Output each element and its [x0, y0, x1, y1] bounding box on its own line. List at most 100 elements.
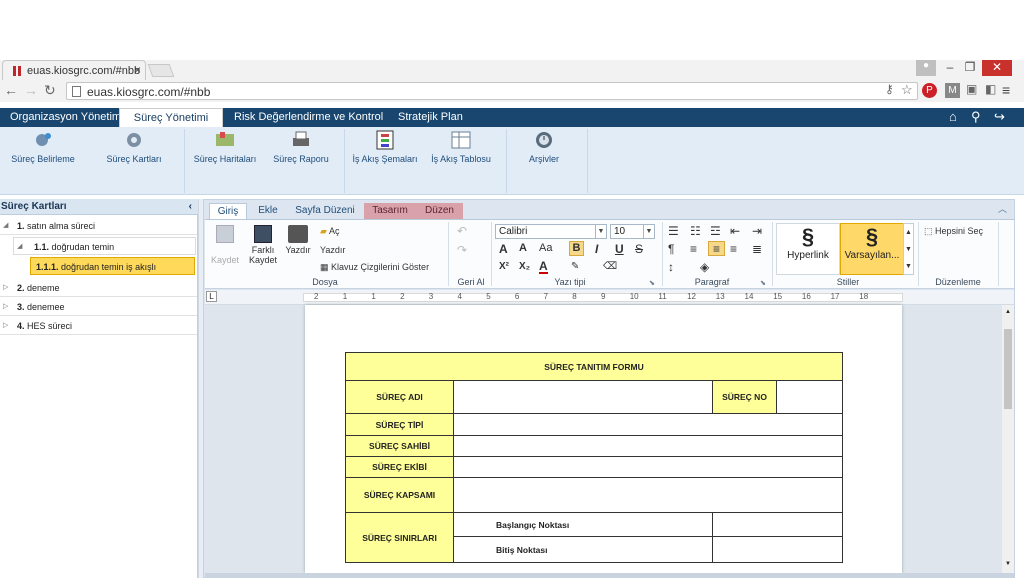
restore-icon[interactable]: ❐ — [960, 60, 980, 76]
align-right-icon[interactable]: ≡ — [730, 242, 737, 256]
style-varsayilan[interactable]: § Varsayılan... — [840, 223, 904, 275]
label-surec-adi[interactable]: SÜREÇ ADI — [345, 380, 454, 414]
nav-surec-yonetimi[interactable]: Süreç Yönetimi — [119, 108, 223, 127]
font-size-select[interactable]: 10 ▼ — [610, 224, 655, 239]
ribbon-tab-ekle[interactable]: Ekle — [251, 203, 285, 219]
tool-surec-belirleme[interactable]: Süreç Belirleme — [3, 130, 83, 164]
pilcrow-icon[interactable]: ¶ — [668, 242, 674, 256]
clear-format-icon[interactable]: ⌫ — [603, 261, 617, 272]
reload-icon[interactable]: ↻ — [44, 82, 56, 99]
style-hyperlink[interactable]: § Hyperlink — [776, 223, 840, 275]
collapse-left-icon[interactable]: ‹ — [189, 199, 192, 215]
user-profile-icon[interactable]: ● — [916, 60, 936, 76]
shading-icon[interactable]: ◈ — [700, 260, 709, 274]
extension2-icon[interactable]: ◧ — [985, 82, 996, 96]
ac-button[interactable]: ▰ Aç — [320, 226, 339, 237]
vertical-scrollbar[interactable]: ▲ ▼ — [1002, 305, 1014, 573]
bullet-list-icon[interactable]: ☰ — [668, 224, 679, 238]
close-window-icon[interactable]: ✕ — [982, 60, 1012, 76]
tree-item[interactable]: ◢ 1.1. doğrudan temin — [13, 237, 196, 255]
value-bitis[interactable] — [712, 536, 843, 563]
value-surec-kapsami[interactable] — [453, 477, 843, 513]
kilavuz-button[interactable]: ▦ Klavuz Çizgilerini Göster — [320, 262, 429, 273]
tree-collapsed-icon[interactable]: ▷ — [3, 298, 8, 316]
forward-icon[interactable]: → — [24, 82, 38, 98]
tree-item[interactable]: ▷ 2. deneme — [0, 279, 197, 297]
yazdir-small-button[interactable]: Yazdır — [320, 245, 345, 255]
label-bitis[interactable]: Bitiş Noktası — [453, 536, 713, 563]
shrink-font-icon[interactable]: A — [519, 242, 527, 254]
numbered-list-icon[interactable]: ☷ — [690, 224, 701, 238]
label-surec-ekibi[interactable]: SÜREÇ EKİBİ — [345, 456, 454, 478]
nav-stratejik-plan[interactable]: Stratejik Plan — [390, 108, 471, 127]
subscript-icon[interactable]: X₂ — [519, 261, 530, 272]
tree-collapsed-icon[interactable]: ▷ — [3, 279, 8, 297]
key-icon[interactable]: ⚷ — [885, 82, 894, 96]
label-surec-kapsami[interactable]: SÜREÇ KAPSAMI — [345, 477, 454, 513]
label-surec-sinirlari[interactable]: SÜREÇ SINIRLARI — [345, 512, 454, 563]
redo-icon[interactable]: ↷ — [457, 243, 467, 257]
tree-item-selected[interactable]: 1.1.1. doğrudan temin iş akışlı — [30, 257, 195, 275]
align-left-icon[interactable]: ≡ — [690, 242, 697, 256]
tree-item[interactable]: ▷ 3. denemee — [0, 298, 197, 316]
back-icon[interactable]: ← — [4, 82, 18, 98]
scroll-down-icon[interactable]: ▼ — [1005, 561, 1011, 567]
scroll-thumb[interactable] — [1004, 329, 1012, 409]
dialog-launcher-icon[interactable]: ⬊ — [760, 279, 766, 287]
tab-stop-icon[interactable]: L — [206, 291, 217, 302]
ribbon-tab-giris[interactable]: Giriş — [209, 203, 247, 219]
label-baslangic[interactable]: Başlangıç Noktası — [453, 512, 713, 537]
styles-scroll[interactable]: ▲ ▼ ▼ — [903, 223, 914, 275]
tree-expand-icon[interactable]: ◢ — [3, 217, 8, 235]
label-surec-no[interactable]: SÜREÇ NO — [712, 380, 777, 414]
new-tab-button[interactable] — [147, 64, 175, 77]
value-surec-adi[interactable] — [453, 380, 713, 414]
tool-is-akis-tablosu[interactable]: İş Akış Tablosu — [421, 130, 501, 164]
share-icon[interactable]: ↪ — [994, 109, 1005, 125]
search-icon[interactable]: ⚲ — [971, 109, 981, 125]
scroll-up-icon[interactable]: ▲ — [1005, 309, 1011, 315]
tool-surec-haritalari[interactable]: Süreç Haritaları — [185, 130, 265, 164]
address-bar[interactable]: euas.kiosgrc.com/#nbb — [66, 82, 918, 100]
ribbon-tab-sayfa-duzeni[interactable]: Sayfa Düzeni — [291, 203, 359, 219]
tool-surec-kartlari[interactable]: Süreç Kartları — [94, 130, 174, 164]
hepsini-sec-button[interactable]: ⬚ Hepsini Seç — [924, 226, 983, 237]
value-surec-ekibi[interactable] — [453, 456, 843, 478]
value-surec-tipi[interactable] — [453, 413, 843, 436]
farkli-kaydet-button[interactable]: Farklı Kaydet — [246, 225, 280, 265]
label-surec-tipi[interactable]: SÜREÇ TİPİ — [345, 413, 454, 436]
extension-icon[interactable]: ▣ — [966, 82, 977, 96]
dialog-launcher-icon[interactable]: ⬊ — [649, 279, 655, 287]
tool-is-akis-semalari[interactable]: İş Akış Şemaları — [345, 130, 425, 164]
align-center-icon[interactable]: ≡ — [708, 241, 725, 256]
extension-m-icon[interactable]: M — [945, 83, 960, 98]
browser-menu-icon[interactable]: ≡ — [1002, 82, 1010, 98]
nav-risk[interactable]: Risk Değerlendirme ve Kontrol — [226, 108, 391, 127]
increase-indent-icon[interactable]: ⇥ — [752, 224, 762, 238]
kaydet-button[interactable]: Kaydet — [208, 225, 242, 265]
strikethrough-icon[interactable]: S — [635, 242, 643, 256]
label-surec-sahibi[interactable]: SÜREÇ SAHİBİ — [345, 435, 454, 457]
minimize-icon[interactable]: – — [940, 60, 960, 76]
ribbon-tab-duzen[interactable]: Düzen — [416, 203, 463, 219]
multilevel-list-icon[interactable]: ☲ — [710, 224, 721, 238]
tree-collapsed-icon[interactable]: ▷ — [3, 317, 8, 335]
tree-item[interactable]: ◢ 1. satın alma süreci — [0, 217, 197, 235]
undo-icon[interactable]: ↶ — [457, 224, 467, 238]
highlight-icon[interactable]: ✎ — [571, 261, 579, 272]
collapse-ribbon-icon[interactable]: ︿ — [998, 202, 1007, 215]
grow-font-icon[interactable]: A — [499, 242, 508, 256]
tree-item[interactable]: ▷ 4. HES süreci — [0, 317, 197, 335]
change-case-icon[interactable]: Aa — [539, 242, 552, 254]
value-surec-sahibi[interactable] — [453, 435, 843, 457]
browser-tab[interactable]: euas.kiosgrc.com/#nbb × — [2, 60, 146, 80]
pinterest-icon[interactable]: P — [922, 83, 937, 98]
close-tab-icon[interactable]: × — [134, 63, 141, 77]
bookmark-star-icon[interactable]: ☆ — [901, 82, 913, 98]
decrease-indent-icon[interactable]: ⇤ — [730, 224, 740, 238]
value-baslangic[interactable] — [712, 512, 843, 537]
nav-organizasyon[interactable]: Organizasyon Yönetimi — [2, 108, 132, 127]
font-color-icon[interactable]: A — [539, 260, 548, 274]
italic-icon[interactable]: I — [595, 242, 598, 256]
tree-expand-icon[interactable]: ◢ — [17, 238, 22, 256]
